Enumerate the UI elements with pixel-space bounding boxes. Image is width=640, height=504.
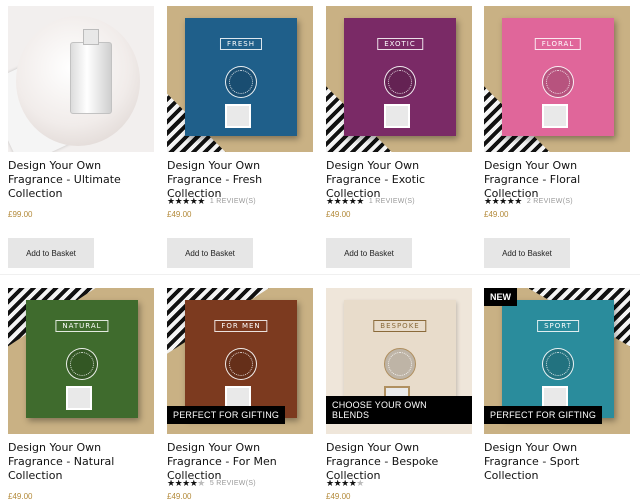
- review-count[interactable]: 5 REVIEW(S): [210, 480, 256, 487]
- box-label: BESPOKE: [373, 320, 427, 332]
- product-price: £49.00: [167, 210, 192, 219]
- product-card: EXOTIC Design Your Own Fragrance - Exoti…: [326, 6, 472, 268]
- product-image[interactable]: FRESH: [167, 6, 313, 152]
- review-count[interactable]: 1 REVIEW(S): [369, 198, 415, 205]
- product-image[interactable]: EXOTIC: [326, 6, 472, 152]
- product-card: FLORAL Design Your Own Fragrance - Flora…: [484, 6, 630, 268]
- box-label: FOR MEN: [214, 320, 268, 332]
- review-count[interactable]: 1 REVIEW(S): [210, 198, 256, 205]
- rating-row: ★★★★★: [326, 475, 472, 491]
- rating-row: ★★★★★ 1 REVIEW(S): [326, 193, 472, 209]
- product-title[interactable]: Design Your Own Fragrance - Exotic Colle…: [326, 159, 472, 200]
- studio-seal: [542, 348, 574, 380]
- product-image[interactable]: BESPOKE CHOOSE YOUR OWN BLENDS: [326, 288, 472, 434]
- product-price: £49.00: [167, 492, 192, 501]
- add-to-basket-button[interactable]: Add to Basket: [167, 238, 253, 268]
- product-card: FOR MEN PERFECT FOR GIFTING Design Your …: [167, 288, 313, 504]
- fragrance-box: FRESH: [185, 18, 297, 136]
- product-image[interactable]: NATURAL: [8, 288, 154, 434]
- product-grid: Design Your Own Fragrance - Ultimate Col…: [0, 0, 640, 501]
- product-price: £49.00: [326, 492, 351, 501]
- rating-row: ★★★★★ 1 REVIEW(S): [167, 193, 313, 209]
- product-title[interactable]: Design Your Own Fragrance - Ultimate Col…: [8, 159, 154, 200]
- studio-seal: [542, 66, 574, 98]
- star-rating: ★★★★★: [484, 195, 522, 206]
- gifting-badge: PERFECT FOR GIFTING: [167, 406, 286, 424]
- fragrance-box: EXOTIC: [344, 18, 456, 136]
- box-photo: [384, 104, 410, 128]
- box-photo: [66, 386, 92, 410]
- box-label: EXOTIC: [377, 38, 423, 50]
- studio-seal: [225, 348, 257, 380]
- add-to-basket-button[interactable]: Add to Basket: [484, 238, 570, 268]
- product-image[interactable]: [8, 6, 154, 152]
- product-title[interactable]: Design Your Own Fragrance - Fresh Collec…: [167, 159, 313, 200]
- fragrance-box: SPORT: [502, 300, 614, 418]
- product-card: SPORT NEW PERFECT FOR GIFTING Design You…: [484, 288, 630, 482]
- box-label: FLORAL: [534, 38, 582, 50]
- box-photo: [225, 104, 251, 128]
- product-image[interactable]: SPORT NEW PERFECT FOR GIFTING: [484, 288, 630, 434]
- studio-seal: [384, 66, 416, 98]
- review-count[interactable]: 2 REVIEW(S): [527, 198, 573, 205]
- box-label: NATURAL: [55, 320, 109, 332]
- star-rating: ★★★★★: [167, 477, 205, 488]
- row-divider: [0, 274, 640, 275]
- box-label: SPORT: [537, 320, 579, 332]
- product-title[interactable]: Design Your Own Fragrance - For Men Coll…: [167, 441, 313, 482]
- add-to-basket-button[interactable]: Add to Basket: [8, 238, 94, 268]
- fragrance-box: FOR MEN: [185, 300, 297, 418]
- product-price: £49.00: [326, 210, 351, 219]
- product-title[interactable]: Design Your Own Fragrance - Bespoke Coll…: [326, 441, 472, 482]
- rating-row: ★★★★★ 2 REVIEW(S): [484, 193, 630, 209]
- box-photo: [542, 104, 568, 128]
- rating-row: ★★★★★ 5 REVIEW(S): [167, 475, 313, 491]
- product-card: BESPOKE CHOOSE YOUR OWN BLENDS Design Yo…: [326, 288, 472, 504]
- box-label: FRESH: [219, 38, 263, 50]
- product-title[interactable]: Design Your Own Fragrance - Natural Coll…: [8, 441, 154, 482]
- studio-seal: [225, 66, 257, 98]
- star-rating: ★★★★★: [167, 195, 205, 206]
- product-image[interactable]: FOR MEN PERFECT FOR GIFTING: [167, 288, 313, 434]
- product-title[interactable]: Design Your Own Fragrance - Sport Collec…: [484, 441, 630, 482]
- perfume-bottle: [70, 29, 112, 114]
- studio-seal: [384, 348, 416, 380]
- fragrance-box: FLORAL: [502, 18, 614, 136]
- product-price: £49.00: [8, 492, 33, 501]
- product-title[interactable]: Design Your Own Fragrance - Floral Colle…: [484, 159, 630, 200]
- star-rating: ★★★★★: [326, 477, 364, 488]
- star-rating: ★★★★★: [326, 195, 364, 206]
- product-price: £49.00: [484, 210, 509, 219]
- blends-badge: CHOOSE YOUR OWN BLENDS: [326, 396, 472, 424]
- product-card: FRESH Design Your Own Fragrance - Fresh …: [167, 6, 313, 268]
- product-image[interactable]: FLORAL: [484, 6, 630, 152]
- product-card: Design Your Own Fragrance - Ultimate Col…: [8, 6, 154, 268]
- add-to-basket-button[interactable]: Add to Basket: [326, 238, 412, 268]
- studio-seal: [66, 348, 98, 380]
- product-price: £99.00: [8, 210, 33, 219]
- gifting-badge: PERFECT FOR GIFTING: [484, 406, 603, 424]
- product-card: NATURAL Design Your Own Fragrance - Natu…: [8, 288, 154, 504]
- fragrance-box: NATURAL: [26, 300, 138, 418]
- new-badge: NEW: [484, 288, 517, 306]
